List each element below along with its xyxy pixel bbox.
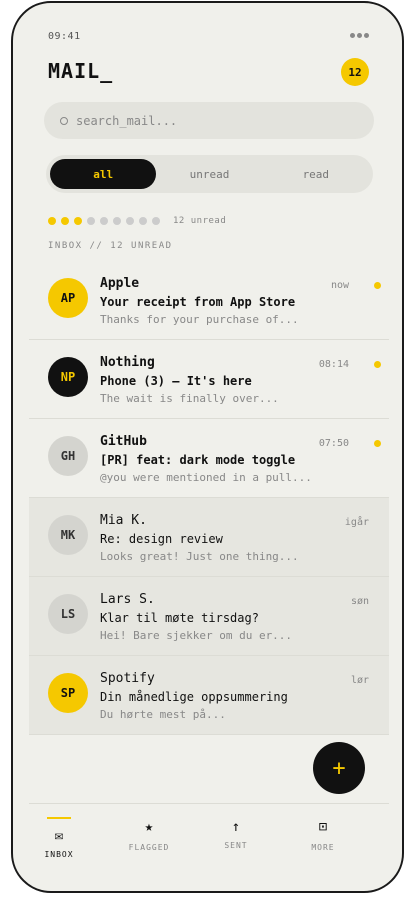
unread-dot [374,282,381,289]
unread-progress: 12 unread [48,216,226,226]
tab-all[interactable]: all [50,159,157,189]
bottom-nav: ✉ INBOX ★ FLAGGED ↑ SENT ⊡ MORE [29,803,389,884]
mail-list: AP Apple Your receipt from App Store Thanks… [29,261,389,735]
status-time: 09:41 [48,31,81,42]
star-icon: ★ [144,819,154,835]
mail-preview: Hei! Bare sjekker om du er... [100,629,293,642]
unread-dot [374,440,381,447]
mail-time: igår [344,517,369,528]
tab-read[interactable]: read [263,159,369,189]
mail-sender: Nothing [100,355,155,370]
mail-preview: @you were mentioned in a pull... [100,471,312,484]
mail-item[interactable]: LS Lars S. Klar til møte tirsdag? Hei! Bare… [29,577,389,656]
progress-label: 12 unread [173,216,227,226]
mail-sender: Spotify [100,671,155,686]
app-title: MAIL_ [48,59,114,83]
mail-subject: Re: design review [100,532,223,546]
filter-tabs: all unread read [46,155,373,193]
active-tab-indicator [47,817,71,819]
progress-dot [152,217,160,225]
mail-preview: Du hørte mest på... [100,708,226,721]
progress-dot [48,217,56,225]
unread-count-badge: 12 [341,58,369,86]
unread-dot [374,361,381,368]
nav-label: SENT [224,841,248,850]
progress-dot [61,217,69,225]
progress-dot [126,217,134,225]
mail-time: 07:50 [318,438,349,449]
mail-preview: Looks great! Just one thing... [100,550,299,563]
search-icon [60,116,68,125]
mail-subject: Phone (3) — It's here [100,374,252,388]
avatar: GH [48,436,88,476]
mail-subject: Klar til møte tirsdag? [100,611,259,625]
mail-item[interactable]: MK Mia K. Re: design review Looks great! Ju… [29,498,389,577]
progress-dot [113,217,121,225]
mail-time: lør [350,675,369,686]
arrow-up-icon: ↑ [231,819,241,835]
section-label: INBOX // 12 UNREAD [48,241,173,251]
nav-label: INBOX [44,850,74,859]
search-bar[interactable]: search_mail... [44,102,374,139]
progress-dot [139,217,147,225]
progress-dot [87,217,95,225]
avatar: LS [48,594,88,634]
tab-unread[interactable]: unread [156,159,262,189]
mail-preview: The wait is finally over... [100,392,279,405]
avatar: SP [48,673,88,713]
progress-dot [100,217,108,225]
mail-icon: ✉ [54,828,64,844]
mail-item[interactable]: AP Apple Your receipt from App Store Thanks… [29,261,389,340]
mail-sender: Lars S. [100,592,155,607]
mail-subject: Your receipt from App Store [100,295,296,309]
mail-subject: Din månedlige oppsummering [100,690,288,704]
progress-dot [74,217,82,225]
mail-sender: Apple [100,276,140,291]
mail-sender: GitHub [100,434,147,449]
avatar: AP [48,278,88,318]
avatar: MK [48,515,88,555]
nav-label: MORE [311,843,335,852]
mail-item[interactable]: NP Nothing Phone (3) — It's here The wait i… [29,340,389,419]
mail-item[interactable]: GH GitHub [PR] feat: dark mode toggle @you … [29,419,389,498]
avatar: NP [48,357,88,397]
square-dot-icon: ⊡ [318,819,328,835]
mail-item[interactable]: SP Spotify Din månedlige oppsummering Du hø… [29,656,389,735]
more-dots-icon[interactable] [350,33,369,38]
nav-label: FLAGGED [128,843,170,852]
mail-time: søn [350,596,369,607]
compose-button[interactable]: + [313,742,365,794]
mail-time: now [330,280,349,291]
mail-subject: [PR] feat: dark mode toggle [100,453,296,467]
search-placeholder[interactable]: search_mail... [76,114,177,128]
mail-time: 08:14 [318,359,349,370]
mail-sender: Mia K. [100,513,147,528]
mail-preview: Thanks for your purchase of... [100,313,299,326]
phone-frame: 09:41 MAIL_ 12 search_mail... all unread… [11,1,404,893]
